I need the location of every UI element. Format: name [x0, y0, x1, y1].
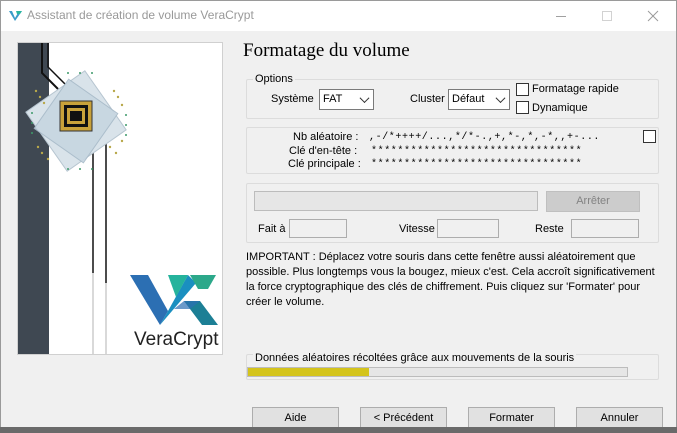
cluster-value: Défaut	[452, 93, 485, 105]
title-bar[interactable]: Assistant de création de volume VeraCryp…	[1, 1, 676, 31]
cluster-label: Cluster	[410, 93, 445, 105]
wizard-banner: VeraCrypt	[17, 42, 223, 355]
dynamic-label[interactable]: Dynamique	[532, 102, 588, 114]
randomness-meter-fill	[248, 368, 370, 376]
veracrypt-logo-text: VeraCrypt	[134, 329, 219, 350]
done-field	[289, 219, 347, 238]
close-icon	[647, 10, 659, 22]
header-key-label: Clé d'en-tête :	[289, 145, 358, 157]
random-pool-label: Nb aléatoire :	[293, 131, 359, 143]
close-button[interactable]	[630, 1, 676, 31]
minimize-icon	[556, 16, 566, 17]
filesystem-value: FAT	[323, 93, 343, 105]
remaining-field	[571, 219, 639, 238]
randomness-label: Données aléatoires récoltées grâce aux m…	[253, 352, 577, 364]
minimize-button[interactable]	[538, 1, 584, 31]
abort-button[interactable]: Arrêter	[546, 191, 640, 212]
options-group-label: Options	[253, 73, 295, 85]
chip-illustration	[25, 43, 218, 354]
master-key-value: ********************************	[371, 159, 583, 170]
window-title: Assistant de création de volume VeraCryp…	[27, 8, 254, 22]
chevron-down-icon	[495, 93, 506, 104]
filesystem-label: Système	[271, 93, 314, 105]
format-progress-bar	[254, 191, 538, 211]
important-notice: IMPORTANT : Déplacez votre souris dans c…	[246, 251, 655, 308]
header-key-value: ********************************	[371, 146, 583, 157]
veracrypt-app-icon	[8, 8, 23, 23]
remaining-label: Reste	[535, 223, 564, 235]
help-button[interactable]: Aide	[252, 407, 339, 429]
quick-format-checkbox[interactable]	[516, 83, 529, 96]
quick-format-label[interactable]: Formatage rapide	[532, 83, 619, 95]
done-label: Fait à	[258, 223, 286, 235]
speed-field	[437, 219, 499, 238]
background-strip	[0, 427, 677, 433]
page-title: Formatage du volume	[243, 40, 410, 61]
maximize-button[interactable]	[584, 1, 630, 31]
maximize-icon	[602, 11, 612, 21]
filesystem-select[interactable]: FAT	[319, 89, 374, 110]
show-keys-checkbox[interactable]	[643, 130, 656, 143]
chevron-down-icon	[359, 93, 370, 104]
speed-label: Vitesse	[399, 223, 435, 235]
cancel-button[interactable]: Annuler	[576, 407, 663, 429]
dynamic-checkbox[interactable]	[516, 101, 529, 114]
master-key-label: Clé principale :	[288, 158, 361, 170]
cluster-select[interactable]: Défaut	[448, 89, 510, 110]
previous-button[interactable]: < Précédent	[360, 407, 447, 429]
format-button[interactable]: Formater	[468, 407, 555, 429]
wizard-window: Assistant de création de volume VeraCryp…	[0, 0, 677, 433]
randomness-meter	[247, 367, 628, 377]
random-pool-value: ,-/*++++/...,*/*-.,+,*-,*,-*,,+-...	[369, 132, 601, 143]
